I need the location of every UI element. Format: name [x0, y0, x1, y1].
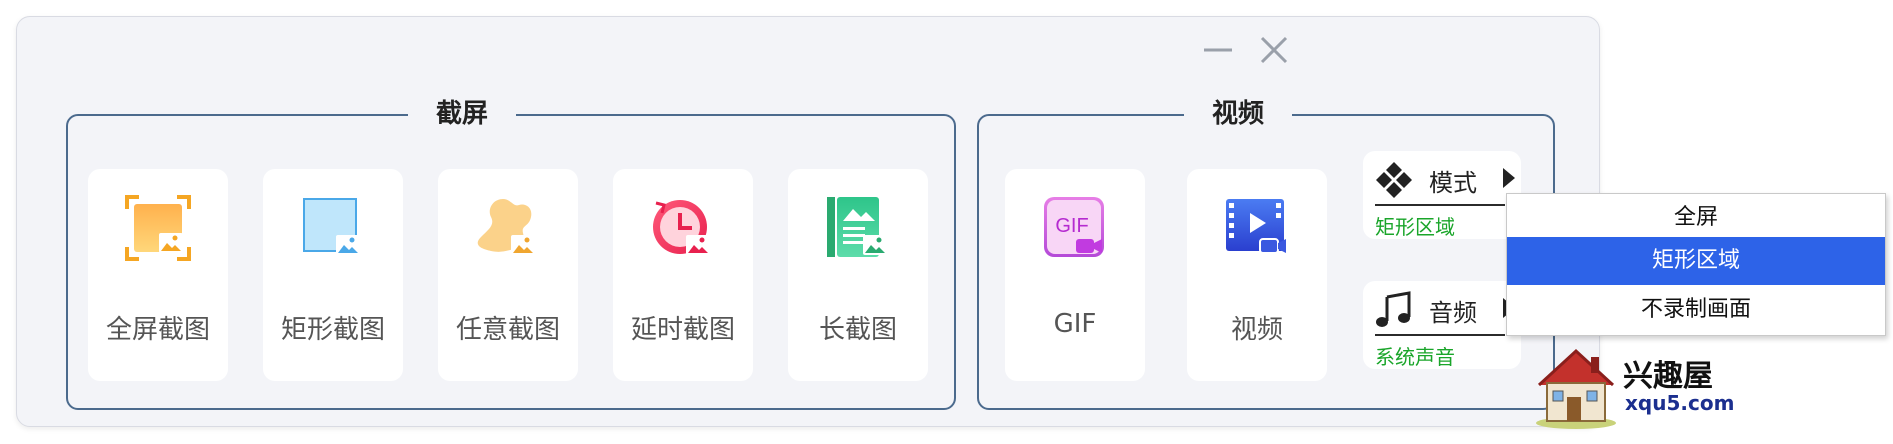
- scrolling-capture-label: 长截图: [818, 315, 897, 345]
- fullscreen-capture-icon: [125, 195, 191, 261]
- mode-arrow-icon: [1503, 168, 1515, 188]
- video-group: 视频 GIF GIF 视频 模式 矩形区域 音频 系统声音: [977, 96, 1555, 410]
- minimize-icon: [1204, 48, 1232, 52]
- site-watermark: 兴趣屋 xqu5.com: [1533, 345, 1735, 430]
- fullscreen-capture-label: 全屏截图: [105, 315, 210, 345]
- delayed-capture-label: 延时截图: [630, 315, 735, 345]
- screenshot-group-title: 截屏: [408, 96, 517, 132]
- rectangle-capture-icon: [300, 195, 366, 261]
- rectangle-capture-button[interactable]: 矩形截图: [263, 169, 403, 381]
- dropdown-option-rectangle[interactable]: 矩形区域: [1507, 237, 1885, 285]
- mode-value: 矩形区域: [1375, 215, 1455, 239]
- app-window: 截屏 全屏截图 矩形截图 任意截图 延时截图 长截图 视频 GIF GIF 视频…: [16, 16, 1600, 427]
- screenshot-group: 截屏 全屏截图 矩形截图 任意截图 延时截图 长截图: [66, 96, 956, 410]
- audio-selector[interactable]: 音频 系统声音: [1363, 281, 1521, 369]
- dropdown-option-fullscreen[interactable]: 全屏: [1507, 194, 1885, 242]
- delayed-capture-button[interactable]: 延时截图: [613, 169, 753, 381]
- video-group-title: 视频: [1184, 96, 1293, 132]
- gif-icon-text: GIF: [1055, 215, 1088, 237]
- music-note-icon: [1375, 291, 1413, 329]
- minimize-button[interactable]: [1201, 33, 1235, 67]
- watermark-url: xqu5.com: [1625, 391, 1735, 415]
- gif-record-icon: GIF: [1042, 195, 1108, 261]
- video-record-icon: [1224, 195, 1290, 261]
- close-button[interactable]: [1257, 33, 1291, 67]
- house-logo-icon: [1536, 348, 1616, 429]
- audio-value: 系统声音: [1375, 345, 1455, 369]
- mode-diamond-icon: [1375, 161, 1413, 199]
- scrolling-capture-icon: [825, 195, 891, 261]
- mode-label: 模式: [1429, 169, 1477, 197]
- audio-label: 音频: [1429, 299, 1477, 327]
- freeform-capture-button[interactable]: 任意截图: [438, 169, 578, 381]
- freeform-capture-label: 任意截图: [455, 315, 560, 345]
- rectangle-capture-label: 矩形截图: [280, 315, 385, 345]
- fullscreen-capture-button[interactable]: 全屏截图: [88, 169, 228, 381]
- delayed-capture-icon: [650, 195, 716, 261]
- video-record-button[interactable]: 视频: [1187, 169, 1327, 381]
- watermark-name: 兴趣屋: [1623, 359, 1713, 394]
- mode-divider: [1375, 204, 1505, 206]
- video-record-label: 视频: [1230, 315, 1283, 345]
- mode-selector[interactable]: 模式 矩形区域: [1363, 151, 1521, 239]
- gif-record-label: GIF: [1053, 309, 1097, 339]
- close-icon: [1260, 36, 1288, 64]
- mode-dropdown-menu: 全屏 矩形区域 不录制画面: [1506, 193, 1886, 336]
- dropdown-option-no-screen[interactable]: 不录制画面: [1507, 286, 1885, 334]
- scrolling-capture-button[interactable]: 长截图: [788, 169, 928, 381]
- freeform-capture-icon: [475, 195, 541, 261]
- audio-divider: [1375, 334, 1505, 336]
- gif-record-button[interactable]: GIF GIF: [1005, 169, 1145, 381]
